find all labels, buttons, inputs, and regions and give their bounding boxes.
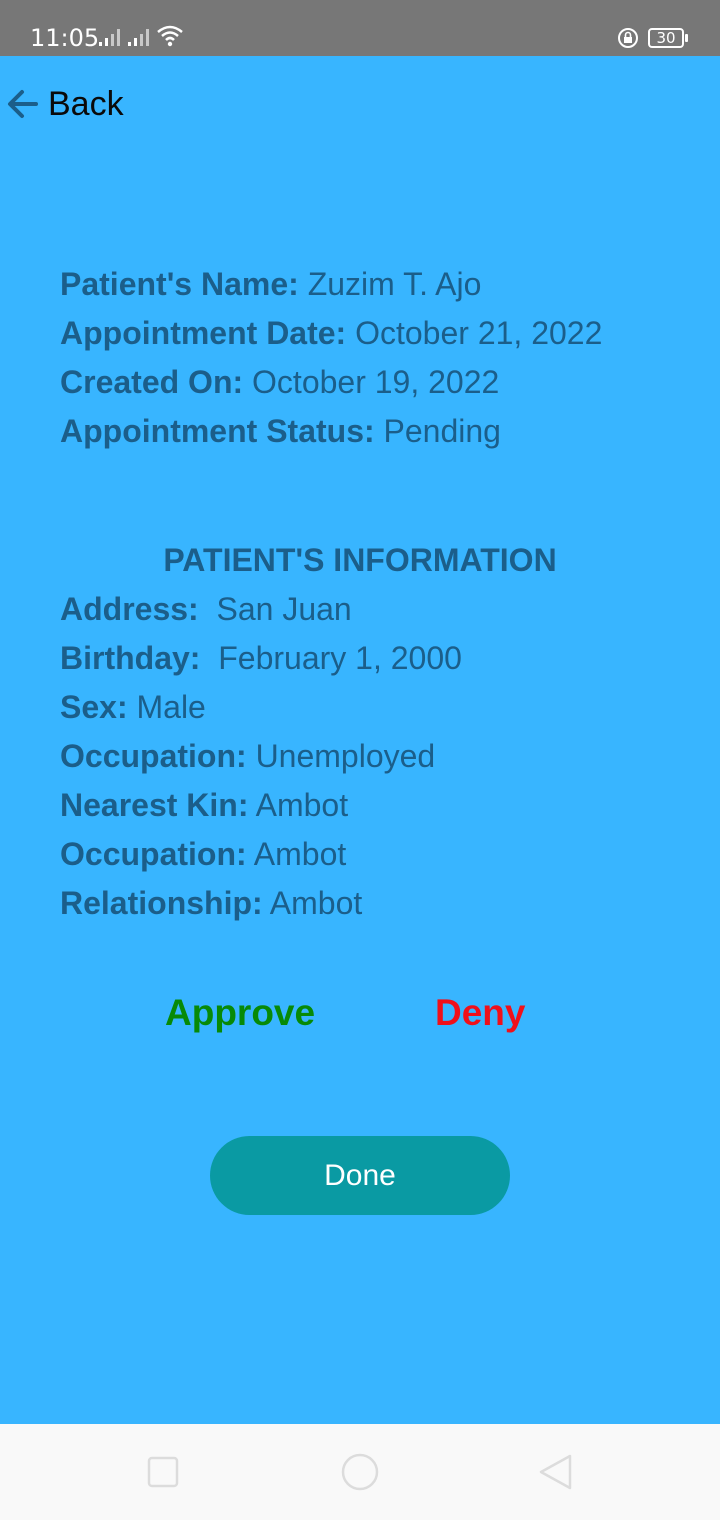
occupation-label: Occupation: (60, 738, 247, 774)
kin-occupation-label: Occupation: (60, 836, 247, 872)
status-bar: 11:05 30 (0, 0, 720, 56)
sex-row: Sex: Male (60, 683, 462, 732)
back-label: Back (48, 84, 124, 123)
home-icon[interactable] (340, 1452, 380, 1492)
created-on-value: October 19, 2022 (243, 364, 500, 400)
done-button[interactable]: Done (210, 1136, 510, 1215)
patient-name-label: Patient's Name: (60, 266, 299, 302)
address-value: San Juan (198, 591, 352, 627)
relationship-value: Ambot (262, 885, 363, 921)
appointment-details: Patient's Name: Zuzim T. Ajo Appointment… (60, 260, 602, 456)
address-row: Address: San Juan (60, 585, 462, 634)
appointment-date-value: October 21, 2022 (346, 315, 603, 351)
signal-icon (99, 29, 120, 46)
battery-indicator: 30 (648, 28, 684, 48)
relationship-label: Relationship: (60, 885, 263, 921)
relationship-row: Relationship: Ambot (60, 879, 462, 928)
deny-button[interactable]: Deny (435, 990, 525, 1036)
occupation-value: Unemployed (246, 738, 436, 774)
nearest-kin-row: Nearest Kin: Ambot (60, 781, 462, 830)
created-on-row: Created On: October 19, 2022 (60, 358, 602, 407)
kin-occupation-value: Ambot (246, 836, 347, 872)
created-on-label: Created On: (60, 364, 244, 400)
approve-button[interactable]: Approve (165, 990, 315, 1036)
rotation-lock-icon (618, 28, 638, 48)
sex-label: Sex: (60, 689, 128, 725)
appointment-date-label: Appointment Date: (60, 315, 347, 351)
patient-name-row: Patient's Name: Zuzim T. Ajo (60, 260, 602, 309)
birthday-label: Birthday: (60, 640, 201, 676)
appointment-status-value: Pending (374, 413, 501, 449)
status-time: 11:05 (30, 24, 100, 52)
system-nav-bar (0, 1424, 720, 1520)
back-button[interactable]: Back (6, 82, 124, 126)
address-label: Address: (60, 591, 199, 627)
kin-occupation-row: Occupation: Ambot (60, 830, 462, 879)
battery-tip (685, 34, 688, 42)
recent-apps-icon[interactable] (143, 1452, 183, 1492)
birthday-row: Birthday: February 1, 2000 (60, 634, 462, 683)
sex-value: Male (127, 689, 206, 725)
arrow-left-icon (8, 90, 38, 118)
patient-name-value: Zuzim T. Ajo (298, 266, 482, 302)
wifi-icon (157, 25, 183, 47)
back-nav-icon[interactable] (536, 1452, 576, 1492)
patient-info-title: PATIENT'S INFORMATION (163, 542, 557, 578)
appointment-status-label: Appointment Status: (60, 413, 375, 449)
done-label: Done (324, 1158, 396, 1192)
patient-info: Address: San Juan Birthday: February 1, … (60, 585, 462, 928)
nearest-kin-value: Ambot (248, 787, 349, 823)
birthday-value: February 1, 2000 (200, 640, 462, 676)
appointment-date-row: Appointment Date: October 21, 2022 (60, 309, 602, 358)
occupation-row: Occupation: Unemployed (60, 732, 462, 781)
appointment-status-row: Appointment Status: Pending (60, 407, 602, 456)
nearest-kin-label: Nearest Kin: (60, 787, 249, 823)
signal-icon-2 (128, 29, 149, 46)
